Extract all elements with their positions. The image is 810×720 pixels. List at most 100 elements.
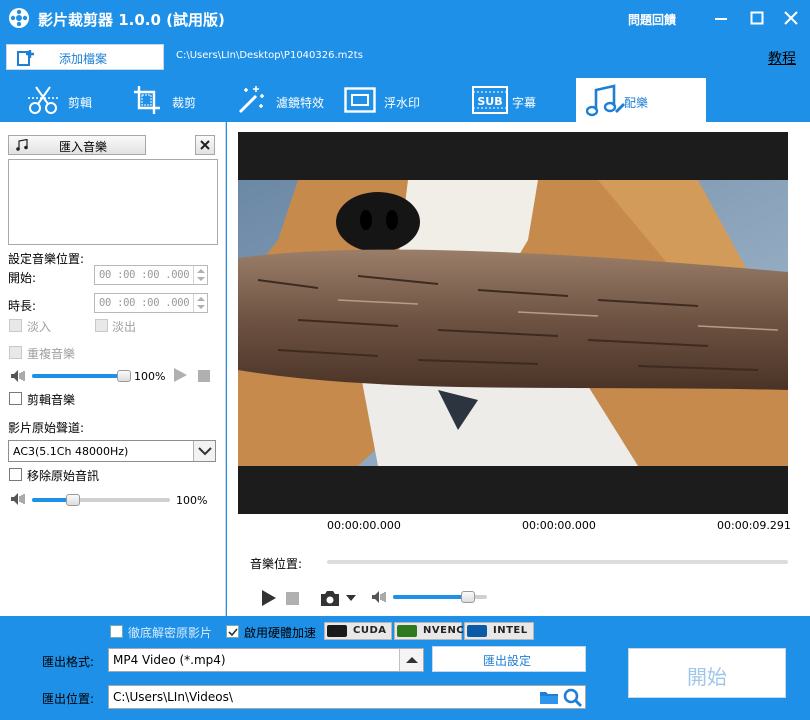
trim-music-label: 剪輯音樂 xyxy=(27,393,76,407)
nvidia-logo-icon xyxy=(397,625,417,637)
tab-filters[interactable]: 濾鏡特效 xyxy=(232,78,342,122)
original-track-select[interactable]: AC3(5.1Ch 48000Hz) xyxy=(8,440,216,462)
time-end: 00:00:09.291 xyxy=(717,519,791,532)
repeat-music-checkbox[interactable] xyxy=(9,346,22,359)
speaker-icon xyxy=(11,493,25,505)
close-icon xyxy=(784,11,798,25)
tab-cut[interactable]: 剪輯 xyxy=(24,78,114,122)
trim-music-checkbox[interactable] xyxy=(9,392,22,405)
tab-watermark[interactable]: 浮水印 xyxy=(342,78,452,122)
import-music-label: 匯入音樂 xyxy=(59,140,108,154)
start-label: 開始: xyxy=(8,271,37,285)
spinner-arrows-icon xyxy=(197,269,205,281)
magic-wand-icon xyxy=(238,86,264,114)
tab-crop[interactable]: 裁剪 xyxy=(128,78,218,122)
player-volume-thumb[interactable] xyxy=(461,591,476,603)
camera-icon[interactable] xyxy=(320,589,356,607)
fade-in-checkbox[interactable] xyxy=(9,319,22,332)
chevron-up-icon xyxy=(406,657,418,663)
time-start: 00:00:00.000 xyxy=(327,519,401,532)
tab-cut-label: 剪輯 xyxy=(68,96,93,110)
crop-icon xyxy=(134,86,160,114)
nvidia-logo-icon xyxy=(327,625,347,637)
minimize-button[interactable] xyxy=(706,4,736,32)
remove-original-audio-label: 移除原始音訊 xyxy=(27,469,100,483)
music-volume-thumb[interactable] xyxy=(117,370,131,382)
chevron-down-icon xyxy=(198,447,212,456)
original-volume-slider[interactable] xyxy=(32,494,170,506)
fade-in-label: 淡入 xyxy=(27,320,52,334)
feedback-link[interactable]: 問題回饋 xyxy=(628,11,676,28)
maximize-icon xyxy=(750,11,764,25)
tab-crop-label: 裁剪 xyxy=(172,96,197,110)
intel-badge: INTEL xyxy=(464,622,534,640)
tab-music-label: 配樂 xyxy=(624,96,649,110)
minimize-icon xyxy=(715,18,727,20)
start-time-input[interactable]: 00 :00 :00 .000 xyxy=(94,265,208,285)
deep-decode-checkbox[interactable] xyxy=(110,625,123,638)
hw-accel-checkbox[interactable] xyxy=(226,625,239,638)
music-position-label: 音樂位置: xyxy=(250,557,303,571)
folder-icon[interactable] xyxy=(539,689,559,705)
cuda-badge: CUDA xyxy=(324,622,392,640)
music-note-icon xyxy=(586,84,626,117)
title-bar: 影片裁剪器 1.0.0 (試用版) 問題回饋 xyxy=(0,0,810,36)
player-volume-slider[interactable] xyxy=(393,591,487,603)
deep-decode-label: 徹底解密原影片 xyxy=(128,626,213,640)
remove-original-audio-checkbox[interactable] xyxy=(9,468,22,481)
scissors-icon xyxy=(28,86,58,114)
preview-panel: 00:00:00.000 00:00:00.000 00:00:09.291 音… xyxy=(227,122,810,616)
format-select[interactable]: MP4 Video (*.mp4) xyxy=(108,648,424,672)
add-file-label: 添加檔案 xyxy=(59,52,108,66)
duration-input[interactable]: 00 :00 :00 .000 xyxy=(94,293,208,313)
fade-out-label: 淡出 xyxy=(112,320,137,334)
export-settings-button[interactable]: 匯出設定 xyxy=(432,646,586,672)
tab-subtitle[interactable]: SUB 字幕 xyxy=(470,78,570,122)
tab-filters-label: 濾鏡特效 xyxy=(276,96,325,110)
checkmark-icon xyxy=(228,628,238,637)
tab-music[interactable]: 配樂 xyxy=(576,78,706,122)
original-track-label: 影片原始聲道: xyxy=(8,421,85,435)
stop-icon[interactable] xyxy=(286,592,299,605)
import-music-button[interactable]: 匯入音樂 xyxy=(8,135,146,155)
play-icon[interactable] xyxy=(261,589,277,607)
music-volume-fill xyxy=(32,374,124,378)
music-volume-slider[interactable] xyxy=(32,370,131,382)
tab-subtitle-label: 字幕 xyxy=(512,96,537,110)
music-settings-panel: 匯入音樂 設定音樂位置: 開始: 00 :00 :00 .000 時長: 00 … xyxy=(0,122,226,616)
duration-label: 時長: xyxy=(8,299,37,313)
speaker-icon xyxy=(11,370,25,382)
repeat-music-label: 重複音樂 xyxy=(27,347,76,361)
music-position-slider[interactable] xyxy=(327,560,788,564)
music-volume-value: 100% xyxy=(134,370,166,383)
stop-icon[interactable] xyxy=(197,369,211,383)
file-path: C:\Users\LIn\Desktop\P1040326.m2ts xyxy=(176,50,363,61)
video-frame-image xyxy=(238,180,788,466)
search-icon[interactable] xyxy=(563,688,583,708)
remove-music-button[interactable] xyxy=(195,135,215,155)
add-file-button[interactable]: 添加檔案 xyxy=(6,44,164,70)
music-note-icon xyxy=(16,139,28,151)
app-title: 影片裁剪器 1.0.0 (試用版) xyxy=(38,11,225,29)
original-track-dropdown-button[interactable] xyxy=(193,441,215,461)
maximize-button[interactable] xyxy=(742,4,772,32)
svg-text:SUB: SUB xyxy=(477,95,502,108)
time-current: 00:00:00.000 xyxy=(522,519,596,532)
speaker-icon xyxy=(372,591,386,603)
add-file-icon xyxy=(17,50,34,66)
play-icon[interactable] xyxy=(172,367,188,383)
tutorial-link[interactable]: 教程 xyxy=(768,48,796,68)
start-time-stepper[interactable] xyxy=(193,266,207,284)
toolbar: 添加檔案 C:\Users\LIn\Desktop\P1040326.m2ts … xyxy=(0,36,810,76)
music-list[interactable] xyxy=(8,159,218,245)
fade-out-checkbox[interactable] xyxy=(95,319,108,332)
close-window-button[interactable] xyxy=(776,4,806,32)
intel-logo-icon xyxy=(467,625,487,637)
duration-stepper[interactable] xyxy=(193,294,207,312)
original-volume-thumb[interactable] xyxy=(66,494,81,506)
video-preview[interactable] xyxy=(238,132,788,514)
location-input[interactable]: C:\Users\LIn\Videos\ xyxy=(108,685,586,709)
format-dropdown-button[interactable] xyxy=(399,649,423,671)
start-button[interactable]: 開始 xyxy=(628,648,786,698)
format-label: 匯出格式: xyxy=(42,655,95,669)
